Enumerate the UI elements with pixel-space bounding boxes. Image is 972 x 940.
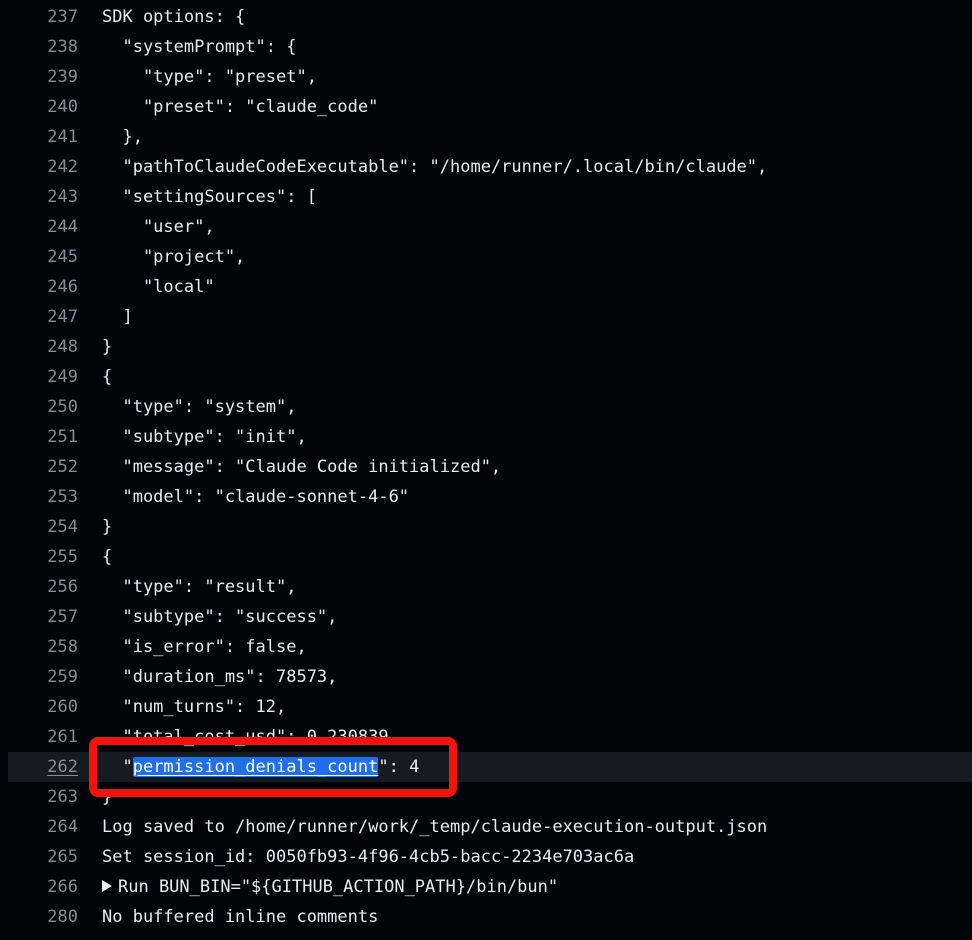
log-line: 240 "preset": "claude_code" bbox=[0, 92, 972, 122]
line-number[interactable]: 247 bbox=[0, 302, 102, 332]
log-line: 264 Log saved to /home/runner/work/_temp/… bbox=[0, 812, 972, 842]
line-number[interactable]: 263 bbox=[0, 782, 102, 812]
log-text: } bbox=[102, 517, 113, 537]
line-number[interactable]: 250 bbox=[0, 392, 102, 422]
line-number[interactable]: 266 bbox=[0, 872, 102, 902]
log-line: 259 "duration_ms": 78573, bbox=[0, 662, 972, 692]
line-number[interactable]: 238 bbox=[0, 32, 102, 62]
log-text-prefix: " bbox=[102, 757, 133, 777]
log-line: 280 No buffered inline comments bbox=[0, 902, 972, 932]
log-line: 253 "model": "claude-sonnet-4-6" bbox=[0, 482, 972, 512]
log-text: Run BUN_BIN="${GITHUB_ACTION_PATH}/bin/b… bbox=[118, 877, 559, 897]
line-number[interactable]: 243 bbox=[0, 182, 102, 212]
log-line: 252 "message": "Claude Code initialized"… bbox=[0, 452, 972, 482]
log-line: 238 "systemPrompt": { bbox=[0, 32, 972, 62]
line-number[interactable]: 252 bbox=[0, 452, 102, 482]
log-text: ] bbox=[102, 307, 133, 327]
line-number[interactable]: 242 bbox=[0, 152, 102, 182]
line-number-active[interactable]: 262 bbox=[0, 752, 102, 782]
log-line: 250 "type": "system", bbox=[0, 392, 972, 422]
line-number[interactable]: 254 bbox=[0, 512, 102, 542]
log-line: 255{ bbox=[0, 542, 972, 572]
log-line: 241 }, bbox=[0, 122, 972, 152]
line-number[interactable]: 251 bbox=[0, 422, 102, 452]
log-line: 261 "total_cost_usd": 0.230839, bbox=[0, 722, 972, 752]
line-number[interactable]: 261 bbox=[0, 722, 102, 752]
line-number[interactable]: 280 bbox=[0, 902, 102, 932]
log-text: "project", bbox=[102, 247, 246, 267]
line-number[interactable]: 255 bbox=[0, 542, 102, 572]
log-line: 244 "user", bbox=[0, 212, 972, 242]
log-text: "total_cost_usd": 0.230839, bbox=[102, 727, 399, 747]
log-text: { bbox=[102, 367, 113, 387]
log-line: 254} bbox=[0, 512, 972, 542]
log-line: 263} bbox=[0, 782, 972, 812]
log-line: 242 "pathToClaudeCodeExecutable": "/home… bbox=[0, 152, 972, 182]
log-group-toggle[interactable]: 266 Run BUN_BIN="${GITHUB_ACTION_PATH}/bi… bbox=[0, 872, 972, 902]
log-text: "preset": "claude_code" bbox=[102, 97, 379, 117]
log-line: 237 SDK options: { bbox=[0, 2, 972, 32]
log-text: "type": "result", bbox=[102, 577, 297, 597]
log-text: "is_error": false, bbox=[102, 637, 307, 657]
log-text: "num_turns": 12, bbox=[102, 697, 287, 717]
line-number[interactable]: 258 bbox=[0, 632, 102, 662]
line-number[interactable]: 256 bbox=[0, 572, 102, 602]
log-group-summary[interactable]: Run BUN_BIN="${GITHUB_ACTION_PATH}/bin/b… bbox=[102, 872, 558, 902]
line-number[interactable]: 241 bbox=[0, 122, 102, 152]
log-text: "user", bbox=[102, 217, 215, 237]
log-line-highlighted: 262 "permission_denials_count": 4 bbox=[8, 752, 972, 782]
log-line: 249{ bbox=[0, 362, 972, 392]
line-number[interactable]: 248 bbox=[0, 332, 102, 362]
log-text: } bbox=[102, 787, 113, 807]
log-line: 257 "subtype": "success", bbox=[0, 602, 972, 632]
log-line: 246 "local" bbox=[0, 272, 972, 302]
log-line: 258 "is_error": false, bbox=[0, 632, 972, 662]
line-number[interactable]: 240 bbox=[0, 92, 102, 122]
log-text: "subtype": "success", bbox=[102, 607, 338, 627]
log-text: "permission_denials_count": 4 bbox=[102, 752, 419, 782]
log-text: } bbox=[102, 337, 113, 357]
log-text: Log saved to /home/runner/work/_temp/cla… bbox=[102, 817, 768, 837]
line-number[interactable]: 257 bbox=[0, 602, 102, 632]
log-text: "model": "claude-sonnet-4-6" bbox=[102, 487, 410, 507]
log-text: SDK options: { bbox=[102, 7, 246, 27]
log-line: 239 "type": "preset", bbox=[0, 62, 972, 92]
log-text: "systemPrompt": { bbox=[102, 37, 297, 57]
log-line: 243 "settingSources": [ bbox=[0, 182, 972, 212]
log-text: "message": "Claude Code initialized", bbox=[102, 457, 502, 477]
log-text: "settingSources": [ bbox=[102, 187, 317, 207]
log-text: "subtype": "init", bbox=[102, 427, 307, 447]
line-number[interactable]: 265 bbox=[0, 842, 102, 872]
log-text: "local" bbox=[102, 277, 215, 297]
line-number[interactable]: 260 bbox=[0, 692, 102, 722]
line-number[interactable]: 244 bbox=[0, 212, 102, 242]
log-line: 265 Set session_id: 0050fb93-4f96-4cb5-ba… bbox=[0, 842, 972, 872]
log-text: "duration_ms": 78573, bbox=[102, 667, 338, 687]
selected-text[interactable]: permission_denials_count bbox=[132, 757, 379, 777]
line-number[interactable]: 245 bbox=[0, 242, 102, 272]
log-text: { bbox=[102, 547, 113, 567]
log-line: 256 "type": "result", bbox=[0, 572, 972, 602]
line-number[interactable]: 239 bbox=[0, 62, 102, 92]
log-line: 260 "num_turns": 12, bbox=[0, 692, 972, 722]
caret-right-icon[interactable] bbox=[102, 880, 112, 892]
log-text: No buffered inline comments bbox=[102, 907, 379, 927]
line-number[interactable]: 253 bbox=[0, 482, 102, 512]
line-number[interactable]: 249 bbox=[0, 362, 102, 392]
line-number[interactable]: 259 bbox=[0, 662, 102, 692]
log-text: Set session_id: 0050fb93-4f96-4cb5-bacc-… bbox=[102, 847, 635, 867]
log-line: 248} bbox=[0, 332, 972, 362]
line-number[interactable]: 237 bbox=[0, 2, 102, 32]
log-text: }, bbox=[102, 127, 143, 147]
line-number[interactable]: 246 bbox=[0, 272, 102, 302]
log-line: 245 "project", bbox=[0, 242, 972, 272]
log-text-suffix: ": 4 bbox=[378, 757, 420, 777]
log-text: "type": "system", bbox=[102, 397, 297, 417]
log-output: 237 SDK options: { 238 "systemPrompt": { … bbox=[0, 0, 972, 932]
line-number[interactable]: 264 bbox=[0, 812, 102, 842]
log-text: "type": "preset", bbox=[102, 67, 317, 87]
log-line: 251 "subtype": "init", bbox=[0, 422, 972, 452]
log-line: 247 ] bbox=[0, 302, 972, 332]
log-text: "pathToClaudeCodeExecutable": "/home/run… bbox=[102, 157, 768, 177]
